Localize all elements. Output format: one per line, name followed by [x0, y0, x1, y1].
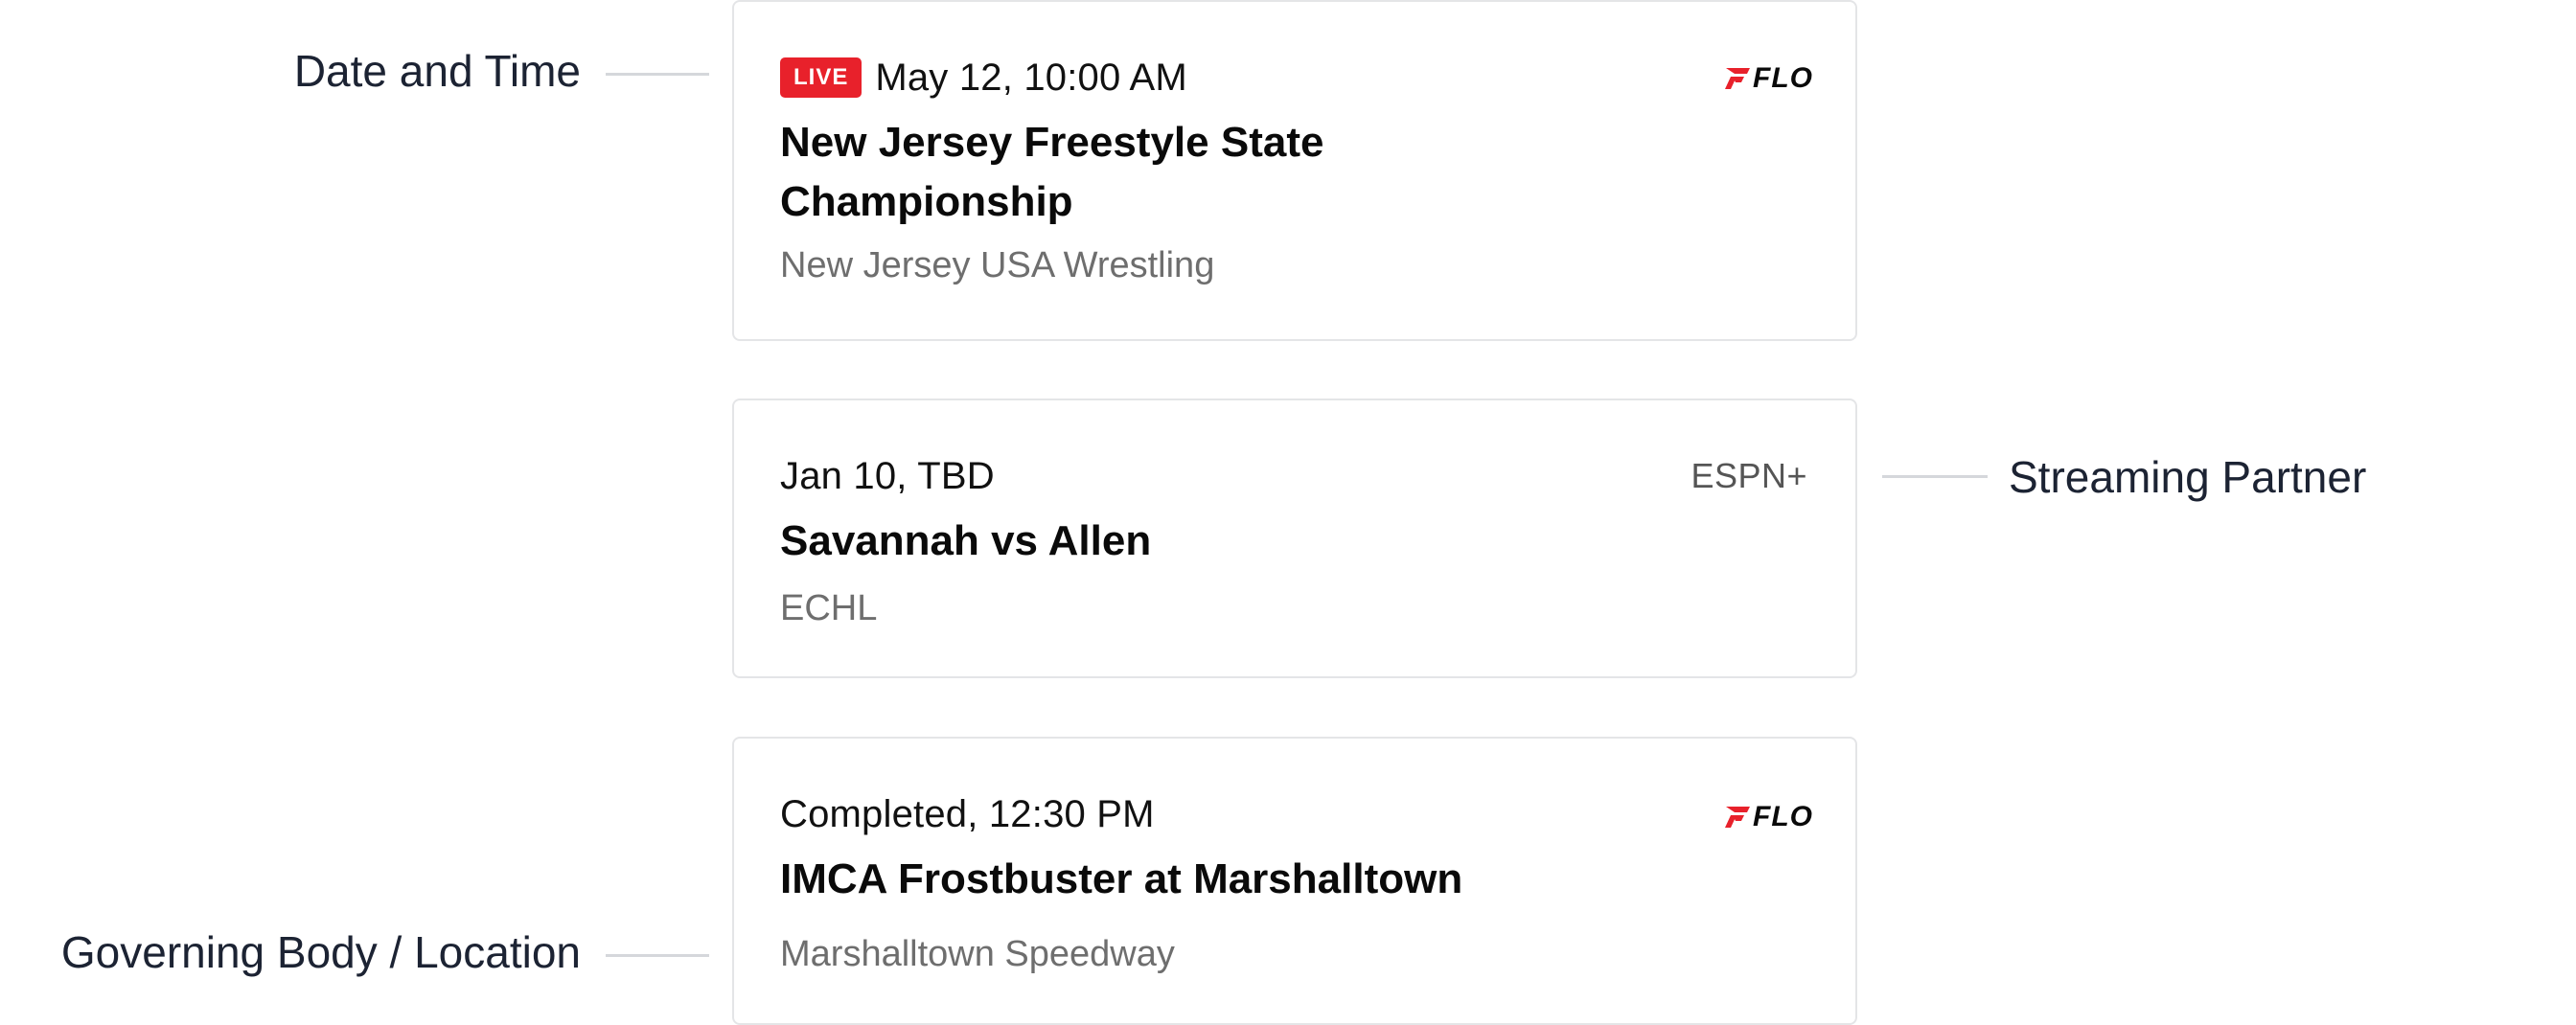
- event-title: New Jersey Freestyle State Championship: [780, 119, 1324, 225]
- event-card[interactable]: Jan 10, TBD ESPN+ Savannah vs Allen ECHL: [732, 399, 1857, 678]
- event-date-row: Completed, 12:30 PM: [780, 792, 1155, 836]
- event-date-time: May 12, 10:00 AM: [875, 56, 1187, 99]
- event-date-time: Completed, 12:30 PM: [780, 792, 1155, 835]
- live-badge: LIVE: [780, 57, 862, 98]
- flo-logo-icon: FLO: [1722, 61, 1813, 96]
- event-governing-body: New Jersey USA Wrestling: [780, 245, 1215, 285]
- flo-logo-icon: FLO: [1722, 800, 1813, 834]
- event-card[interactable]: LIVE May 12, 10:00 AM FLO New Jersey Fre…: [732, 0, 1857, 341]
- event-date-row: LIVE May 12, 10:00 AM: [780, 56, 1187, 100]
- callout-connector-date-time: [606, 73, 709, 76]
- event-location: Marshalltown Speedway: [780, 934, 1175, 974]
- flo-wordmark: FLO: [1753, 62, 1813, 94]
- callout-connector-governing-body: [606, 954, 709, 957]
- flo-wordmark: FLO: [1753, 801, 1813, 832]
- flo-mark-icon: [1725, 807, 1750, 828]
- callout-label-date-time: Date and Time: [293, 46, 581, 96]
- event-date-row: Jan 10, TBD: [780, 454, 995, 498]
- streaming-partner-label: ESPN+: [1690, 456, 1807, 495]
- event-date-time: Jan 10, TBD: [780, 454, 995, 497]
- event-governing-body: ECHL: [780, 588, 878, 628]
- event-title: IMCA Frostbuster at Marshalltown: [780, 855, 1463, 902]
- flo-mark-icon: [1725, 68, 1750, 89]
- event-title: Savannah vs Allen: [780, 517, 1152, 564]
- callout-connector-streaming-partner: [1882, 475, 1988, 478]
- callout-label-governing-body: Governing Body / Location: [60, 927, 581, 977]
- callout-label-streaming-partner: Streaming Partner: [2009, 452, 2367, 502]
- event-card[interactable]: Completed, 12:30 PM FLO IMCA Frostbuster…: [732, 737, 1857, 1025]
